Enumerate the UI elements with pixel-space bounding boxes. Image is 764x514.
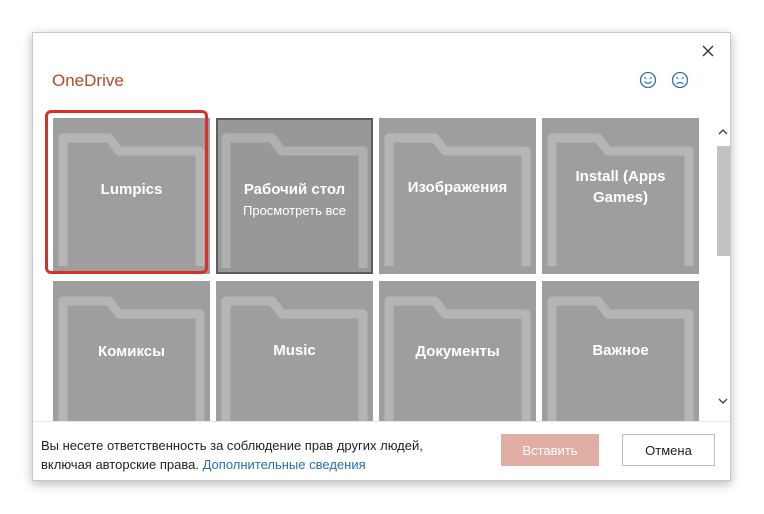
scroll-thumb[interactable] (717, 146, 730, 256)
more-info-link[interactable]: Дополнительные сведения (203, 457, 366, 472)
folder-label: Lumpics (100, 181, 163, 198)
insert-button[interactable]: Вставить (501, 434, 599, 466)
scroll-up-button[interactable] (714, 123, 731, 139)
chevron-up-icon (718, 128, 727, 134)
close-icon (702, 45, 714, 57)
frown-icon (671, 71, 689, 89)
folder-label: Music (273, 342, 316, 359)
folder-label: Важное (592, 342, 649, 359)
onedrive-dialog: OneDrive Lumpics Рабочий стол Просмотрет… (32, 32, 731, 481)
folder-label: Документы (415, 343, 500, 360)
folder-label: Install (Apps Games) (575, 168, 666, 206)
view-all-link[interactable]: Просмотреть все (224, 200, 365, 221)
folder-label: Рабочий стол (243, 181, 346, 198)
chevron-down-icon (718, 398, 727, 404)
dialog-title: OneDrive (52, 71, 124, 90)
folder-tile-desktop[interactable]: Рабочий стол Просмотреть все (216, 118, 373, 274)
folder-tile-lumpics[interactable]: Lumpics (53, 118, 210, 274)
footer-notice: Вы несете ответственность за соблюдение … (41, 436, 461, 474)
vertical-scrollbar[interactable] (714, 115, 731, 413)
frown-button[interactable] (669, 69, 691, 91)
smile-button[interactable] (637, 69, 659, 91)
scroll-down-button[interactable] (714, 393, 731, 409)
folder-tile-music[interactable]: Music (216, 281, 373, 421)
folder-label: Изображения (407, 179, 508, 196)
folder-tile-install[interactable]: Install (Apps Games) (542, 118, 699, 274)
smile-icon (639, 71, 657, 89)
folder-tile-comics[interactable]: Комиксы (53, 281, 210, 421)
folder-label: Комиксы (98, 343, 165, 360)
folder-tile-important[interactable]: Важное (542, 281, 699, 421)
folder-tile-images[interactable]: Изображения (379, 118, 536, 274)
cancel-button[interactable]: Отмена (622, 434, 715, 466)
footer-divider (33, 421, 730, 422)
close-button[interactable] (698, 41, 718, 61)
folder-grid: Lumpics Рабочий стол Просмотреть все Изо… (45, 113, 713, 421)
folder-tile-documents[interactable]: Документы (379, 281, 536, 421)
